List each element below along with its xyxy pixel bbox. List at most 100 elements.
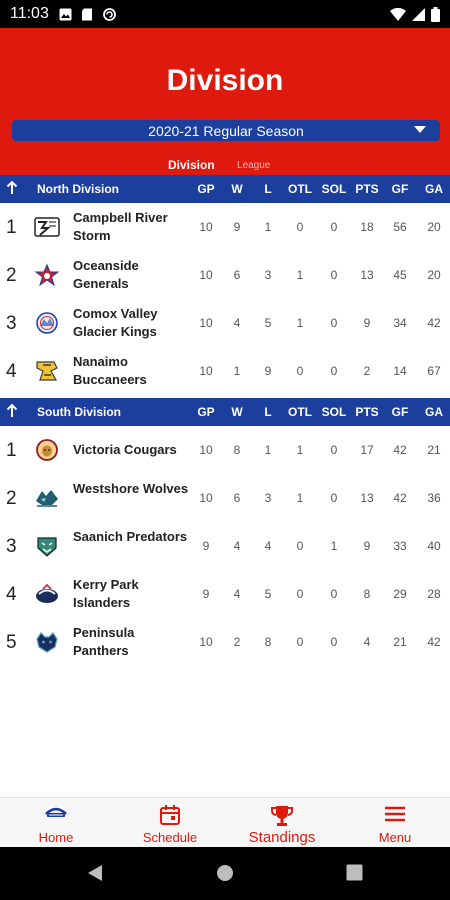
column-header-l: L (264, 405, 272, 419)
rank: 1 (6, 440, 17, 461)
cell-w: 1 (233, 364, 241, 378)
column-header-sol: SOL (321, 182, 347, 196)
chevron-down-icon (414, 126, 426, 133)
column-header-ga: GA (425, 405, 443, 419)
home-circle-icon[interactable] (216, 864, 234, 882)
cell-gp: 10 (199, 443, 213, 457)
cell-otl: 0 (296, 635, 304, 649)
table-row[interactable]: 1 Victoria Cougars 10 8 1 1 0 17 42 21 (0, 426, 450, 474)
cell-l: 1 (264, 443, 272, 457)
cell-otl: 1 (296, 491, 304, 505)
column-header-otl: OTL (288, 182, 312, 196)
back-icon[interactable] (86, 864, 104, 882)
cell-gf: 33 (393, 539, 407, 553)
cell-otl: 0 (296, 587, 304, 601)
cell-gp: 10 (199, 316, 213, 330)
recents-icon[interactable] (346, 864, 363, 881)
cell-w: 8 (233, 443, 241, 457)
rank: 1 (6, 217, 17, 238)
cell-ga: 40 (427, 539, 441, 553)
cell-w: 4 (233, 587, 241, 601)
nav-home-label: Home (38, 830, 74, 845)
cell-otl: 0 (296, 364, 304, 378)
cell-gp: 10 (199, 268, 213, 282)
cell-gp: 9 (202, 539, 210, 553)
team-name: Nanaimo Buccaneers (73, 354, 147, 387)
cell-ga: 67 (427, 364, 441, 378)
wifi-icon (390, 7, 406, 21)
tab-league[interactable]: League (237, 160, 270, 171)
cougars-logo-icon (36, 439, 58, 461)
cell-sol: 0 (330, 316, 338, 330)
cell-gf: 56 (393, 220, 407, 234)
nav-standings-label: Standings (248, 829, 316, 846)
sort-arrow-up-icon[interactable] (6, 180, 18, 196)
cell-ga: 20 (427, 220, 441, 234)
rank: 4 (6, 361, 17, 382)
team-name: Peninsula Panthers (73, 625, 135, 658)
team-name: Campbell River Storm (73, 210, 168, 243)
cell-pts: 9 (363, 316, 371, 330)
team-name: Victoria Cougars (73, 442, 177, 457)
table-row[interactable]: 3 Saanich Predators 9 4 4 0 1 9 33 40 (0, 522, 450, 570)
table-row[interactable]: 5 Peninsula Panthers 10 2 8 0 0 4 21 42 (0, 618, 450, 666)
cell-w: 9 (233, 220, 241, 234)
cell-gp: 10 (199, 491, 213, 505)
rank: 3 (6, 313, 17, 334)
table-row[interactable]: 3 Comox Valley Glacier Kings 10 4 5 1 0 … (0, 299, 450, 347)
islanders-logo-icon (36, 583, 58, 603)
cell-l: 1 (264, 220, 272, 234)
cell-otl: 0 (296, 220, 304, 234)
cell-gf: 29 (393, 587, 407, 601)
notification-image-icon (59, 8, 72, 20)
north-division-header[interactable]: North Division GP W L OTL SOL PTS GF GA (0, 175, 450, 203)
cell-gf: 21 (393, 635, 407, 649)
cell-l: 5 (264, 587, 272, 601)
cell-otl: 1 (296, 268, 304, 282)
cell-sol: 1 (330, 539, 338, 553)
rank: 4 (6, 584, 17, 605)
cell-w: 6 (233, 268, 241, 282)
nav-home[interactable]: Home (20, 798, 92, 848)
table-row[interactable]: 4 Kerry Park Islanders 9 4 5 0 0 8 29 28 (0, 570, 450, 618)
cell-otl: 1 (296, 316, 304, 330)
tab-division[interactable]: Division (168, 158, 215, 172)
column-header-w: W (231, 182, 243, 196)
cell-ga: 42 (427, 635, 441, 649)
team-name: Kerry Park Islanders (73, 577, 139, 610)
page-title: Division (166, 64, 284, 97)
generals-logo-icon (34, 264, 60, 286)
table-row[interactable]: 4 Nanaimo Buccaneers 10 1 9 0 0 2 14 67 (0, 347, 450, 395)
cell-l: 9 (264, 364, 272, 378)
nav-schedule[interactable]: Schedule (130, 798, 210, 848)
cell-pts: 17 (360, 443, 374, 457)
column-header-gf: GF (391, 405, 409, 419)
rank: 5 (6, 632, 17, 653)
bottom-navigation: Home Schedule Standings Menu (0, 797, 450, 847)
column-header-otl: OTL (288, 405, 312, 419)
south-division-header[interactable]: South Division GP W L OTL SOL PTS GF GA (0, 398, 450, 426)
nav-standings[interactable]: Standings (240, 798, 324, 848)
column-header-gp: GP (197, 405, 215, 419)
glacier-kings-logo-icon (36, 312, 58, 334)
table-row[interactable]: 2 Oceanside Generals 10 6 3 1 0 13 45 20 (0, 251, 450, 299)
cell-w: 2 (233, 635, 241, 649)
table-row[interactable]: 1 Campbell River Storm 10 9 1 0 0 18 56 … (0, 203, 450, 251)
season-dropdown[interactable]: 2020-21 Regular Season (12, 120, 440, 141)
table-row[interactable]: 2 Westshore Wolves 10 6 3 1 0 13 42 36 (0, 474, 450, 522)
cell-pts: 8 (363, 587, 371, 601)
cell-l: 4 (264, 539, 272, 553)
cell-ga: 42 (427, 316, 441, 330)
cell-gp: 10 (199, 635, 213, 649)
sort-arrow-up-icon[interactable] (6, 403, 18, 419)
cell-pts: 2 (363, 364, 371, 378)
nav-menu[interactable]: Menu (360, 798, 430, 848)
hamburger-menu-icon (385, 806, 405, 822)
predators-logo-icon (37, 537, 57, 557)
buccaneers-logo-icon (36, 361, 58, 381)
cell-gf: 14 (393, 364, 407, 378)
column-header-sol: SOL (321, 405, 347, 419)
team-name: Westshore Wolves (73, 481, 189, 496)
cell-sol: 0 (330, 635, 338, 649)
cell-otl: 0 (296, 539, 304, 553)
